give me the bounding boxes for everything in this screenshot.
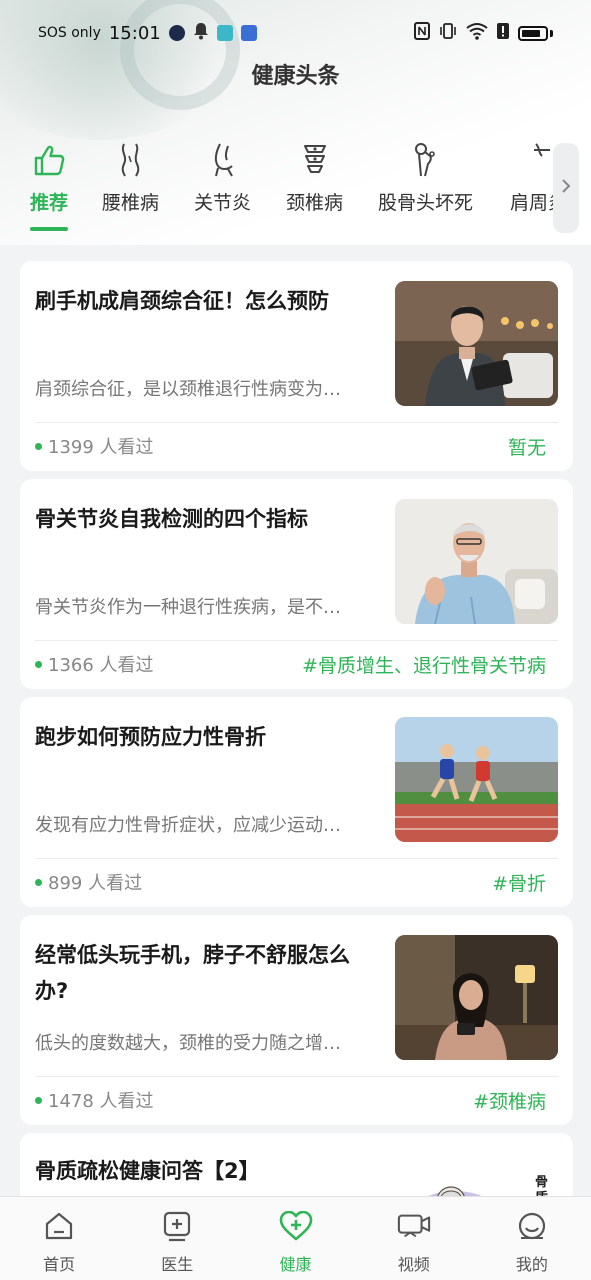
article-card[interactable]: 跑步如何预防应力性骨折 发现有应力性骨折症状，应减少运动… 899 人看过 #骨…: [20, 697, 573, 907]
category-label: 股骨头坏死: [378, 192, 474, 214]
category-tab-femoral-head[interactable]: 股骨头坏死: [378, 140, 473, 215]
view-count: 1478 人看过: [35, 1087, 154, 1113]
femoral-head-icon: [407, 140, 445, 180]
article-thumbnail: [395, 717, 558, 842]
article-card[interactable]: 刷手机成肩颈综合征！怎么预防 肩颈综合征，是以颈椎退行性病变为… 1399 人看…: [20, 261, 573, 471]
status-bar: SOS only 15:01: [0, 0, 591, 66]
category-tab-arthritis[interactable]: 关节炎: [194, 140, 251, 215]
thumbs-up-icon: [30, 140, 68, 180]
joint-icon: [204, 140, 242, 180]
article-title: 跑步如何预防应力性骨折: [35, 725, 266, 749]
nav-label: 首页: [43, 1255, 76, 1274]
bottom-navigation: 首页 医生 健康 视频 我的: [0, 1196, 591, 1280]
article-summary: 肩颈综合征，是以颈椎退行性病变为…: [35, 379, 341, 400]
article-tag[interactable]: #骨折: [492, 869, 546, 896]
category-label: 推荐: [30, 192, 69, 214]
article-thumbnail: [395, 935, 558, 1060]
bell-icon: [193, 22, 209, 44]
view-count: 1399 人看过: [35, 433, 154, 459]
shield-app-icon: [240, 25, 257, 41]
app-notification-icon: [216, 25, 233, 41]
article-card[interactable]: 骨关节炎自我检测的四个指标 骨关节炎作为一种退行性疾病，是不… 1366 人看过…: [20, 479, 573, 689]
carrier-text: SOS only: [38, 25, 101, 41]
article-card[interactable]: 经常低头玩手机，脖子不舒服怎么办? 低头的度数越大，颈椎的受力随之增… 1478…: [20, 915, 573, 1125]
page-title: 健康头条: [251, 64, 340, 89]
nav-label: 健康: [279, 1255, 312, 1274]
category-label: 腰椎病: [102, 192, 160, 214]
category-label: 肩周炎: [510, 192, 555, 214]
article-thumbnail: [395, 281, 558, 406]
battery-icon: [518, 25, 548, 41]
home-icon: [42, 1209, 76, 1243]
article-tag[interactable]: #骨质增生、退行性骨关节病: [302, 651, 546, 678]
nav-label: 医生: [161, 1255, 194, 1274]
article-title: 经常低头玩手机，脖子不舒服怎么办?: [35, 943, 350, 1003]
nav-doctor[interactable]: 医生: [118, 1197, 236, 1280]
clock: 15:01: [108, 22, 161, 44]
vibrate-icon: [438, 22, 458, 44]
article-tag[interactable]: #颈椎病: [473, 1087, 546, 1114]
card-divider: [35, 1076, 558, 1077]
nav-video[interactable]: 视频: [355, 1197, 473, 1280]
article-summary: 低头的度数越大，颈椎的受力随之增…: [35, 1033, 341, 1054]
alert-icon: [496, 22, 510, 44]
category-tab-lumbar[interactable]: 腰椎病: [102, 140, 159, 215]
nfc-icon: [414, 22, 430, 44]
doctor-icon: [160, 1209, 194, 1243]
card-divider: [35, 858, 558, 859]
card-divider: [35, 640, 558, 641]
article-title: 骨质疏松健康问答【2】: [35, 1159, 260, 1183]
category-tabs: 推荐 腰椎病 关节炎 颈椎病 股骨头坏死 肩周: [0, 140, 591, 245]
more-categories-button[interactable]: [553, 143, 579, 233]
nav-profile[interactable]: 我的: [473, 1197, 591, 1280]
nav-label: 视频: [397, 1255, 430, 1274]
article-thumbnail: [395, 499, 558, 624]
view-count: 899 人看过: [35, 869, 142, 895]
chevron-right-icon: [561, 178, 571, 198]
nav-home[interactable]: 首页: [0, 1197, 118, 1280]
lumbar-icon: [112, 140, 150, 180]
article-tag[interactable]: 暂无: [508, 433, 546, 460]
nav-label: 我的: [515, 1255, 548, 1274]
article-summary: 发现有应力性骨折症状，应减少运动…: [35, 815, 341, 836]
health-heart-icon: [279, 1209, 313, 1243]
category-label: 关节炎: [194, 192, 252, 214]
category-tab-recommended[interactable]: 推荐: [30, 140, 68, 231]
active-tab-indicator: [30, 227, 68, 231]
article-title: 骨关节炎自我检测的四个指标: [35, 507, 308, 531]
cervical-spine-icon: [296, 140, 334, 180]
shoulder-icon: [520, 140, 556, 180]
article-title: 刷手机成肩颈综合征！怎么预防: [35, 289, 329, 313]
video-icon: [397, 1209, 431, 1243]
category-tab-cervical[interactable]: 颈椎病: [286, 140, 343, 215]
nav-health[interactable]: 健康: [236, 1197, 354, 1280]
profile-icon: [515, 1209, 549, 1243]
app-notification-icon: [168, 25, 185, 41]
card-divider: [35, 422, 558, 423]
view-count: 1366 人看过: [35, 651, 154, 677]
category-tab-shoulder[interactable]: 肩周炎: [510, 140, 555, 215]
article-summary: 骨关节炎作为一种退行性疾病，是不…: [35, 597, 341, 618]
category-label: 颈椎病: [286, 192, 344, 214]
wifi-icon: [466, 22, 488, 44]
